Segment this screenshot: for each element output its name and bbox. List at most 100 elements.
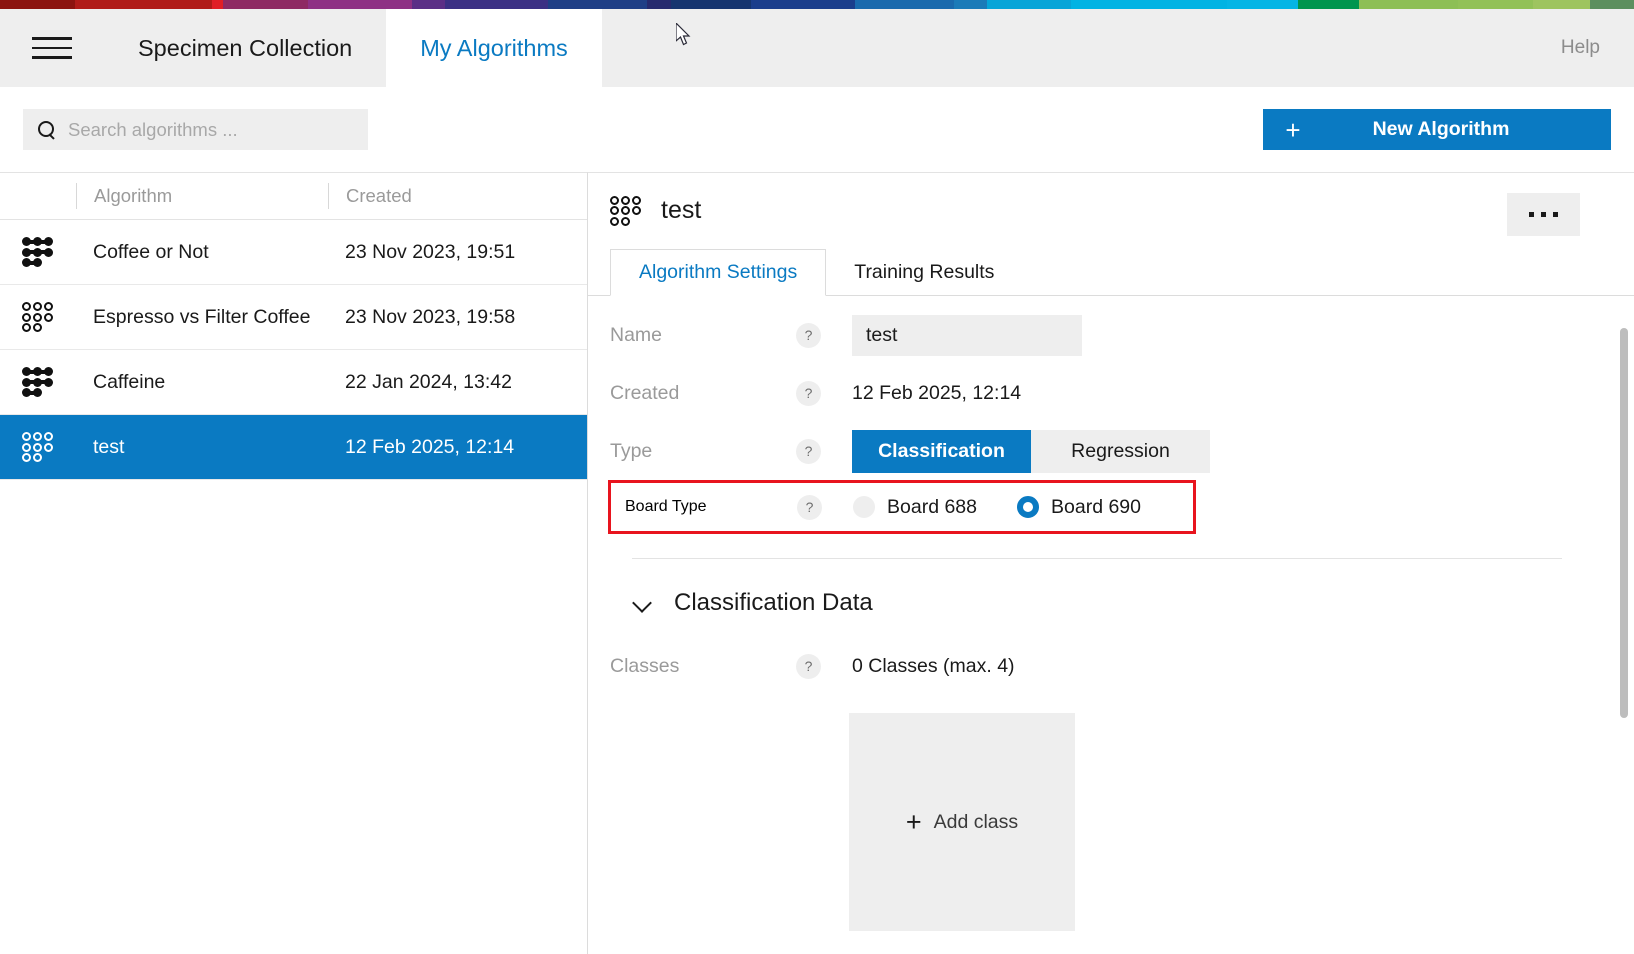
page-title: test [661,196,702,224]
color-bar-segment [986,0,1072,9]
more-options-icon[interactable] [1507,193,1580,236]
detail-header: test [588,173,1634,248]
color-bar-segment [854,0,954,9]
classification-data-title: Classification Data [674,589,873,616]
color-bar-segment [1457,0,1534,9]
list-item-created: 23 Nov 2023, 19:58 [345,305,516,328]
top-navigation-bar: Specimen Collection My Algorithms Help [0,9,1634,87]
color-bar-segment [1071,0,1227,9]
list-item-name: Caffeine [93,370,166,393]
nav-tab-my-algorithms[interactable]: My Algorithms [386,9,602,87]
color-bar-segment [444,0,549,9]
list-item-created: 23 Nov 2023, 19:51 [345,240,516,263]
section-divider [632,558,1562,559]
brand-color-bar [0,0,1634,9]
column-header-created[interactable]: Created [328,183,412,209]
network-trained-icon [0,367,76,397]
list-item-name: Espresso vs Filter Coffee [93,305,311,328]
help-icon[interactable]: ? [796,380,821,406]
type-option-regression[interactable]: Regression [1031,429,1210,473]
color-bar-segment [212,0,224,9]
list-item-created: 12 Feb 2025, 12:14 [345,435,515,458]
help-icon[interactable]: ? [796,438,821,464]
list-column-headers: Algorithm Created [0,173,587,220]
hamburger-icon [32,37,72,59]
menu-button[interactable] [0,9,104,87]
search-field[interactable] [23,109,368,150]
algorithm-list-panel: Algorithm Created Coffee or Not 23 Nov 2… [0,172,588,954]
nav-tab-specimen-collection[interactable]: Specimen Collection [104,9,386,87]
help-icon[interactable]: ? [796,653,821,679]
color-bar-segment [670,0,752,9]
help-link[interactable]: Help [1561,9,1634,87]
network-trained-icon [0,237,76,267]
search-icon [38,120,56,139]
type-segmented-control: Classification Regression [852,429,1210,473]
network-untrained-icon [0,432,76,462]
color-bar-segment [1358,0,1458,9]
color-bar-segment [308,0,412,9]
board-type-label: Board Type [625,498,707,515]
plus-icon: + [905,806,922,837]
board-688-label: Board 688 [887,495,977,518]
name-input[interactable] [852,314,1082,356]
help-icon[interactable]: ? [797,494,822,520]
column-header-algorithm[interactable]: Algorithm [76,183,328,209]
network-untrained-icon [0,302,76,332]
list-item[interactable]: Espresso vs Filter Coffee 23 Nov 2023, 1… [0,285,587,350]
color-bar-segment [223,0,309,9]
created-value: 12 Feb 2025, 12:14 [852,381,1022,404]
field-row-classes: Classes ? 0 Classes (max. 4) [610,637,1634,695]
algorithm-detail-panel: test Algorithm Settings Training Results… [588,172,1634,954]
board-type-option-688[interactable]: Board 688 [853,496,977,519]
add-class-label: Add class [933,810,1019,833]
new-algorithm-label: New Algorithm [1372,118,1510,140]
detail-tabs: Algorithm Settings Training Results [588,248,1634,296]
color-bar-segment [1297,0,1359,9]
field-row-name: Name ? [610,306,1634,364]
name-label: Name [610,323,663,346]
type-option-classification[interactable]: Classification [852,429,1031,473]
search-input[interactable] [68,118,348,141]
list-item-created: 22 Jan 2024, 13:42 [345,370,512,393]
classes-label: Classes [610,654,680,677]
color-bar-segment [1589,0,1634,9]
plus-icon: + [1285,114,1301,145]
created-label: Created [610,381,680,404]
settings-form: Name ? Created ? 12 Feb 2025, 12:14 Type… [588,296,1634,931]
list-item[interactable]: Caffeine 22 Jan 2024, 13:42 [0,350,587,415]
network-untrained-icon [610,195,642,226]
list-item-selected[interactable]: test 12 Feb 2025, 12:14 [0,415,587,480]
type-label: Type [610,439,653,462]
color-bar-segment [75,0,213,9]
color-bar-segment [0,0,76,9]
toolbar: + New Algorithm [0,87,1634,172]
help-icon[interactable]: ? [796,322,821,348]
tab-training-results[interactable]: Training Results [826,249,1022,296]
color-bar-segment [1533,0,1590,9]
list-item-name: Coffee or Not [93,240,209,263]
color-bar-segment [953,0,987,9]
board-690-label: Board 690 [1051,495,1141,518]
color-bar-segment [751,0,855,9]
tab-algorithm-settings[interactable]: Algorithm Settings [610,249,827,296]
new-algorithm-button[interactable]: + New Algorithm [1263,109,1611,150]
detail-scrollbar[interactable] [1620,328,1628,718]
board-type-option-690[interactable]: Board 690 [1017,496,1141,519]
color-bar-segment [411,0,445,9]
field-row-created: Created ? 12 Feb 2025, 12:14 [610,364,1634,422]
list-item-name: test [93,435,125,458]
field-row-board-type: Board Type ? Board 688 Board 690 [608,480,1196,534]
field-row-type: Type ? Classification Regression [610,422,1634,480]
classification-data-section-toggle[interactable]: Classification Data [632,589,1634,617]
classes-count-value: 0 Classes (max. 4) [852,654,1015,677]
color-bar-segment [1226,0,1298,9]
radio-unchecked-icon [853,496,875,518]
chevron-down-icon [632,592,654,614]
color-bar-segment [548,0,648,9]
color-bar-segment [647,0,671,9]
list-item[interactable]: Coffee or Not 23 Nov 2023, 19:51 [0,220,587,285]
add-class-button[interactable]: + Add class [849,713,1075,931]
radio-checked-icon [1017,496,1039,518]
